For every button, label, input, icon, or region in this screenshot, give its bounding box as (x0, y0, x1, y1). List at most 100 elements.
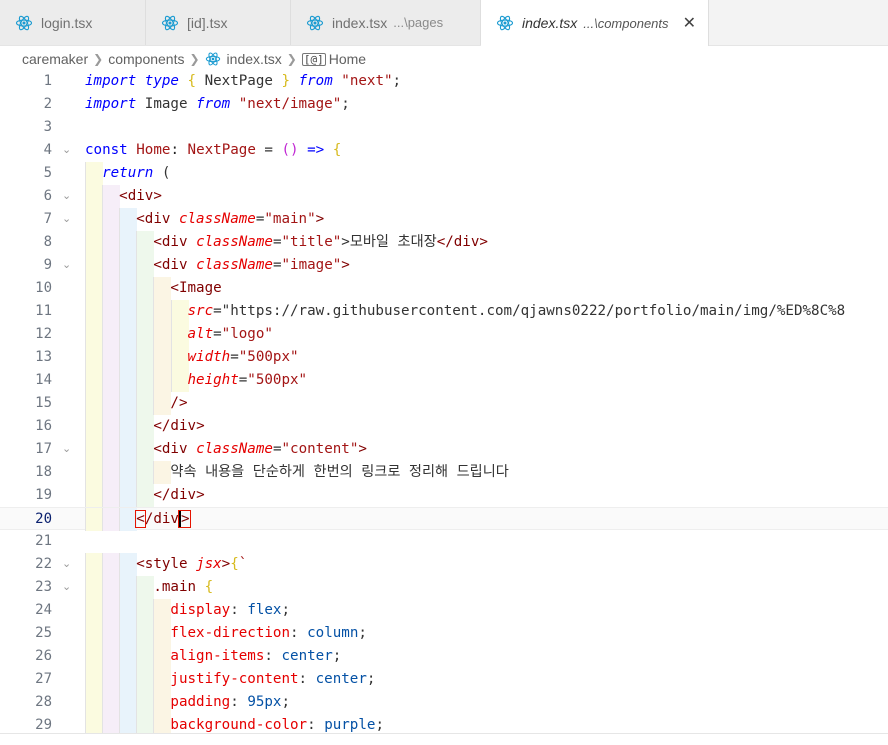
code-line[interactable]: 14 height="500px" (0, 369, 888, 392)
code-line[interactable]: 28 padding: 95px; (0, 691, 888, 714)
code-text[interactable]: <div className="title">모바일 초대장</div> (85, 231, 488, 254)
tab-strip-empty-area[interactable] (709, 0, 888, 45)
line-number: 16 (35, 418, 52, 434)
tab-id[interactable]: [id].tsx (146, 0, 291, 45)
code-line[interactable]: 1 import type { NextPage } from "next"; (0, 70, 888, 93)
code-line[interactable]: 12 alt="logo" (0, 323, 888, 346)
line-number: 21 (35, 533, 52, 549)
code-line[interactable]: 26 align-items: center; (0, 645, 888, 668)
line-number: 14 (35, 372, 52, 388)
fold-chevron-icon[interactable]: ⌄ (62, 208, 71, 231)
line-number: 13 (35, 349, 52, 365)
code-line[interactable]: 21 (0, 530, 888, 553)
breadcrumb-item-file[interactable]: index.tsx (227, 51, 282, 67)
code-text[interactable]: flex-direction: column; (85, 622, 366, 645)
code-line[interactable]: 20 </div > (0, 507, 888, 531)
code-text[interactable]: <Image (85, 277, 221, 300)
code-editor[interactable]: 1 import type { NextPage } from "next"; 2 i… (0, 70, 888, 744)
line-number: 7 (43, 211, 52, 227)
code-line[interactable]: 2 import Image from "next/image"; (0, 93, 888, 116)
react-icon (205, 52, 220, 66)
fold-chevron-icon[interactable]: ⌄ (62, 254, 71, 277)
code-text[interactable]: /> (85, 392, 187, 415)
code-text[interactable]: src="https://raw.githubusercontent.com/q… (85, 300, 846, 323)
code-line[interactable]: 16 </div> (0, 415, 888, 438)
code-line[interactable]: 22 ⌄ <style jsx>{` (0, 553, 888, 576)
fold-chevron-icon[interactable]: ⌄ (62, 139, 71, 162)
code-line[interactable]: 13 width="500px" (0, 346, 888, 369)
code-text[interactable]: 약속 내용을 단순하게 한번의 링크로 정리해 드립니다 (85, 461, 508, 484)
code-line[interactable]: 10 <Image (0, 277, 888, 300)
code-text[interactable]: <div> (85, 185, 162, 208)
line-number: 23 (35, 579, 52, 595)
code-text[interactable]: </div> (85, 415, 204, 438)
horizontal-scrollbar-area[interactable] (0, 733, 888, 745)
react-icon (15, 15, 33, 30)
fold-chevron-icon[interactable]: ⌄ (62, 185, 71, 208)
line-number: 3 (43, 119, 52, 135)
line-number: 28 (35, 694, 52, 710)
code-line[interactable]: 11 src="https://raw.githubusercontent.co… (0, 300, 888, 323)
code-line[interactable]: 5 return ( (0, 162, 888, 185)
code-text[interactable]: <div className="content"> (85, 438, 367, 461)
fold-chevron-icon[interactable]: ⌄ (62, 576, 71, 599)
code-line[interactable]: 19 </div> (0, 484, 888, 507)
breadcrumb-item-folder[interactable]: components (108, 51, 184, 67)
code-text[interactable]: return ( (85, 162, 170, 185)
line-number: 27 (35, 671, 52, 687)
react-icon (306, 15, 324, 30)
code-text[interactable]: import type { NextPage } from "next"; (85, 70, 401, 93)
tab-label: login.tsx (41, 14, 93, 31)
code-line[interactable]: 4 ⌄ const Home: NextPage = () => { (0, 139, 888, 162)
line-number: 18 (35, 464, 52, 480)
fold-chevron-icon[interactable]: ⌄ (62, 553, 71, 576)
code-text[interactable]: padding: 95px; (85, 691, 290, 714)
tab-index-pages[interactable]: index.tsx ...\pages (291, 0, 481, 45)
code-text[interactable]: height="500px" (85, 369, 308, 392)
tab-index-components[interactable]: index.tsx ...\components ✕ (481, 0, 709, 46)
tab-label: [id].tsx (187, 14, 228, 31)
code-text[interactable]: <style jsx>{` (85, 553, 247, 576)
symbol-variable-icon: [@] (301, 52, 326, 66)
breadcrumb-item-folder[interactable]: caremaker (22, 51, 88, 67)
close-icon[interactable]: ✕ (683, 13, 696, 33)
tab-label: index.tsx (332, 14, 388, 31)
code-line[interactable]: 3 (0, 116, 888, 139)
breadcrumb-item-symbol[interactable]: Home (329, 51, 366, 67)
fold-chevron-icon[interactable]: ⌄ (62, 438, 71, 461)
line-number: 12 (35, 326, 52, 342)
code-line[interactable]: 7 ⌄ <div className="main"> (0, 208, 888, 231)
code-text[interactable]: <div className="main"> (85, 208, 324, 231)
line-number: 22 (35, 556, 52, 572)
code-text[interactable]: justify-content: center; (85, 668, 375, 691)
line-number: 15 (35, 395, 52, 411)
tab-path-hint: ...\components (583, 15, 669, 31)
line-number: 5 (43, 165, 52, 181)
code-line[interactable]: 18 약속 내용을 단순하게 한번의 링크로 정리해 드립니다 (0, 461, 888, 484)
line-number: 11 (35, 303, 52, 319)
code-text[interactable]: </div> (85, 484, 204, 507)
code-text[interactable]: align-items: center; (85, 645, 341, 668)
code-line[interactable]: 27 justify-content: center; (0, 668, 888, 691)
code-line[interactable]: 17 ⌄ <div className="content"> (0, 438, 888, 461)
line-number: 24 (35, 602, 52, 618)
code-text[interactable]: import Image from "next/image"; (85, 93, 350, 116)
code-line[interactable]: 24 display: flex; (0, 599, 888, 622)
code-text[interactable]: display: flex; (85, 599, 290, 622)
code-text[interactable]: width="500px" (85, 346, 299, 369)
code-text[interactable]: </div> (85, 508, 191, 531)
tab-login[interactable]: login.tsx (0, 0, 146, 45)
code-line[interactable]: 9 ⌄ <div className="image"> (0, 254, 888, 277)
code-text[interactable]: <div className="image"> (85, 254, 349, 277)
line-number: 8 (43, 234, 52, 250)
code-text[interactable]: const Home: NextPage = () => { (85, 139, 341, 162)
code-line[interactable]: 23 ⌄ .main { (0, 576, 888, 599)
code-line[interactable]: 15 /> (0, 392, 888, 415)
code-line[interactable]: 6 ⌄ <div> (0, 185, 888, 208)
code-line[interactable]: 8 <div className="title">모바일 초대장</div> (0, 231, 888, 254)
line-number: 1 (43, 73, 52, 89)
code-line[interactable]: 25 flex-direction: column; (0, 622, 888, 645)
line-number: 19 (35, 487, 52, 503)
code-text[interactable]: .main { (85, 576, 213, 599)
code-text[interactable]: alt="logo" (85, 323, 273, 346)
